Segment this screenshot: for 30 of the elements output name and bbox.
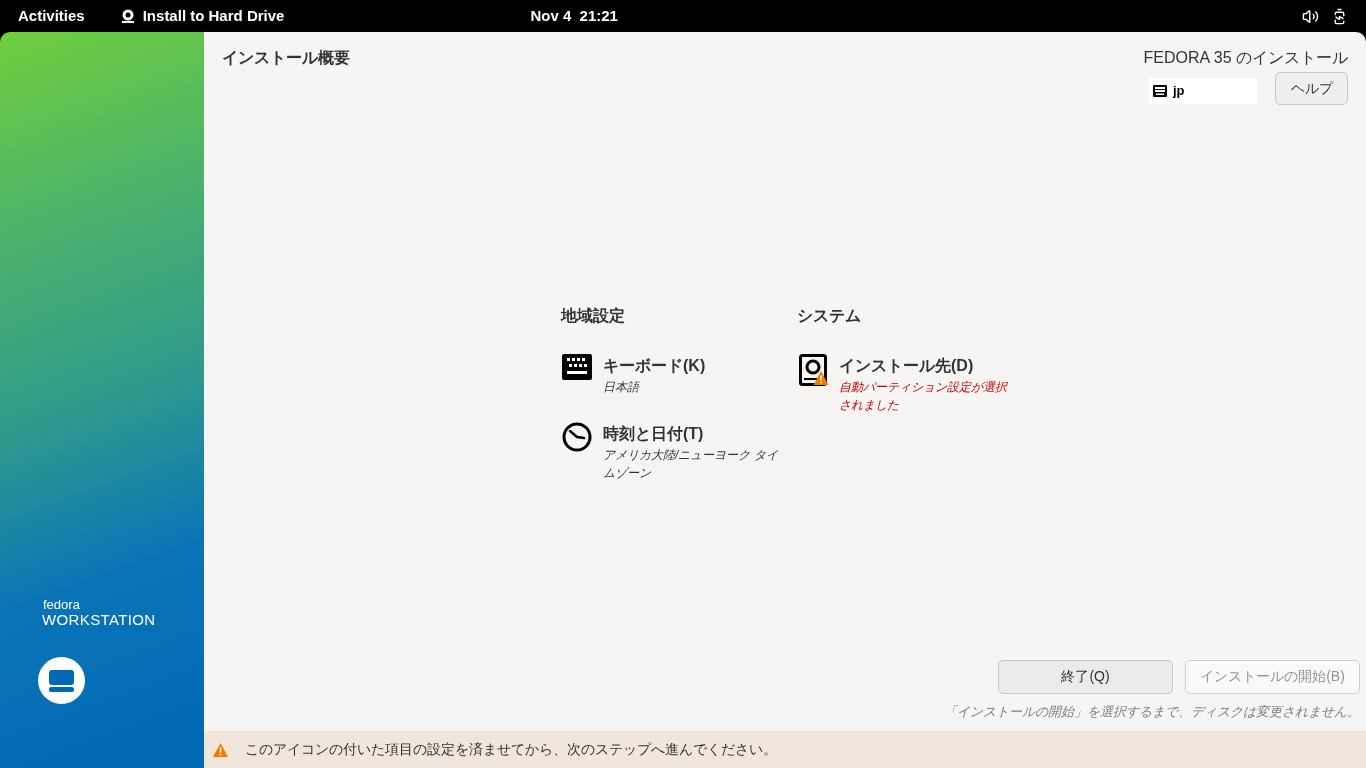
brand-text: fedora	[43, 598, 81, 612]
spoke-title: 時刻と日付(T)	[603, 424, 705, 444]
keyboard-layout-text: jp	[1173, 82, 1185, 101]
spoke-item[interactable]: インストール先(D) 自動パーティション設定が選択されました	[797, 354, 1022, 414]
clock-icon	[562, 422, 592, 452]
spoke-title: キーボード(K)	[603, 356, 707, 376]
app-icon[interactable]	[120, 9, 135, 23]
disk-notice-text: 「インストールの開始」を選択するまで、ディスクは変更されません。	[944, 702, 1360, 721]
warning-icon	[813, 370, 829, 386]
clock-text[interactable]: Nov 4 21:21	[530, 4, 618, 28]
warning-bar-text: このアイコンの付いた項目の設定を済ませてから、次のステップへ進んでください。	[245, 740, 777, 759]
app-menu-title[interactable]: Install to Hard Drive	[142, 4, 285, 28]
category-title: 地域設定	[561, 306, 626, 326]
volume-icon[interactable]	[1302, 7, 1319, 25]
spoke-status: アメリカ大陸/ニューヨーク タイムゾーン	[603, 447, 779, 482]
category-title: システム	[797, 306, 862, 326]
spoke-status: 日本語	[603, 379, 641, 396]
warning-icon	[212, 741, 229, 758]
spoke-item[interactable]: 時刻と日付(T) アメリカ大陸/ニューヨーク タイムゾーン	[561, 422, 786, 482]
spoke-item[interactable]: キーボード(K) 日本語	[561, 354, 786, 396]
page-title: インストール概要	[222, 48, 350, 68]
activities-button[interactable]: Activities	[18, 4, 85, 28]
keyboard-layout-indicator[interactable]: jp	[1149, 78, 1257, 104]
workstation-logo-icon	[38, 657, 85, 704]
spoke-title: インストール先(D)	[839, 356, 975, 376]
action-button[interactable]: 終了(Q)	[998, 659, 1173, 694]
spoke-status: 自動パーティション設定が選択されました	[839, 379, 1009, 414]
help-button[interactable]: ヘルプ	[1275, 72, 1348, 105]
product-text: WORKSTATION	[42, 611, 157, 630]
product-title: FEDORA 35 のインストール	[1143, 48, 1348, 68]
